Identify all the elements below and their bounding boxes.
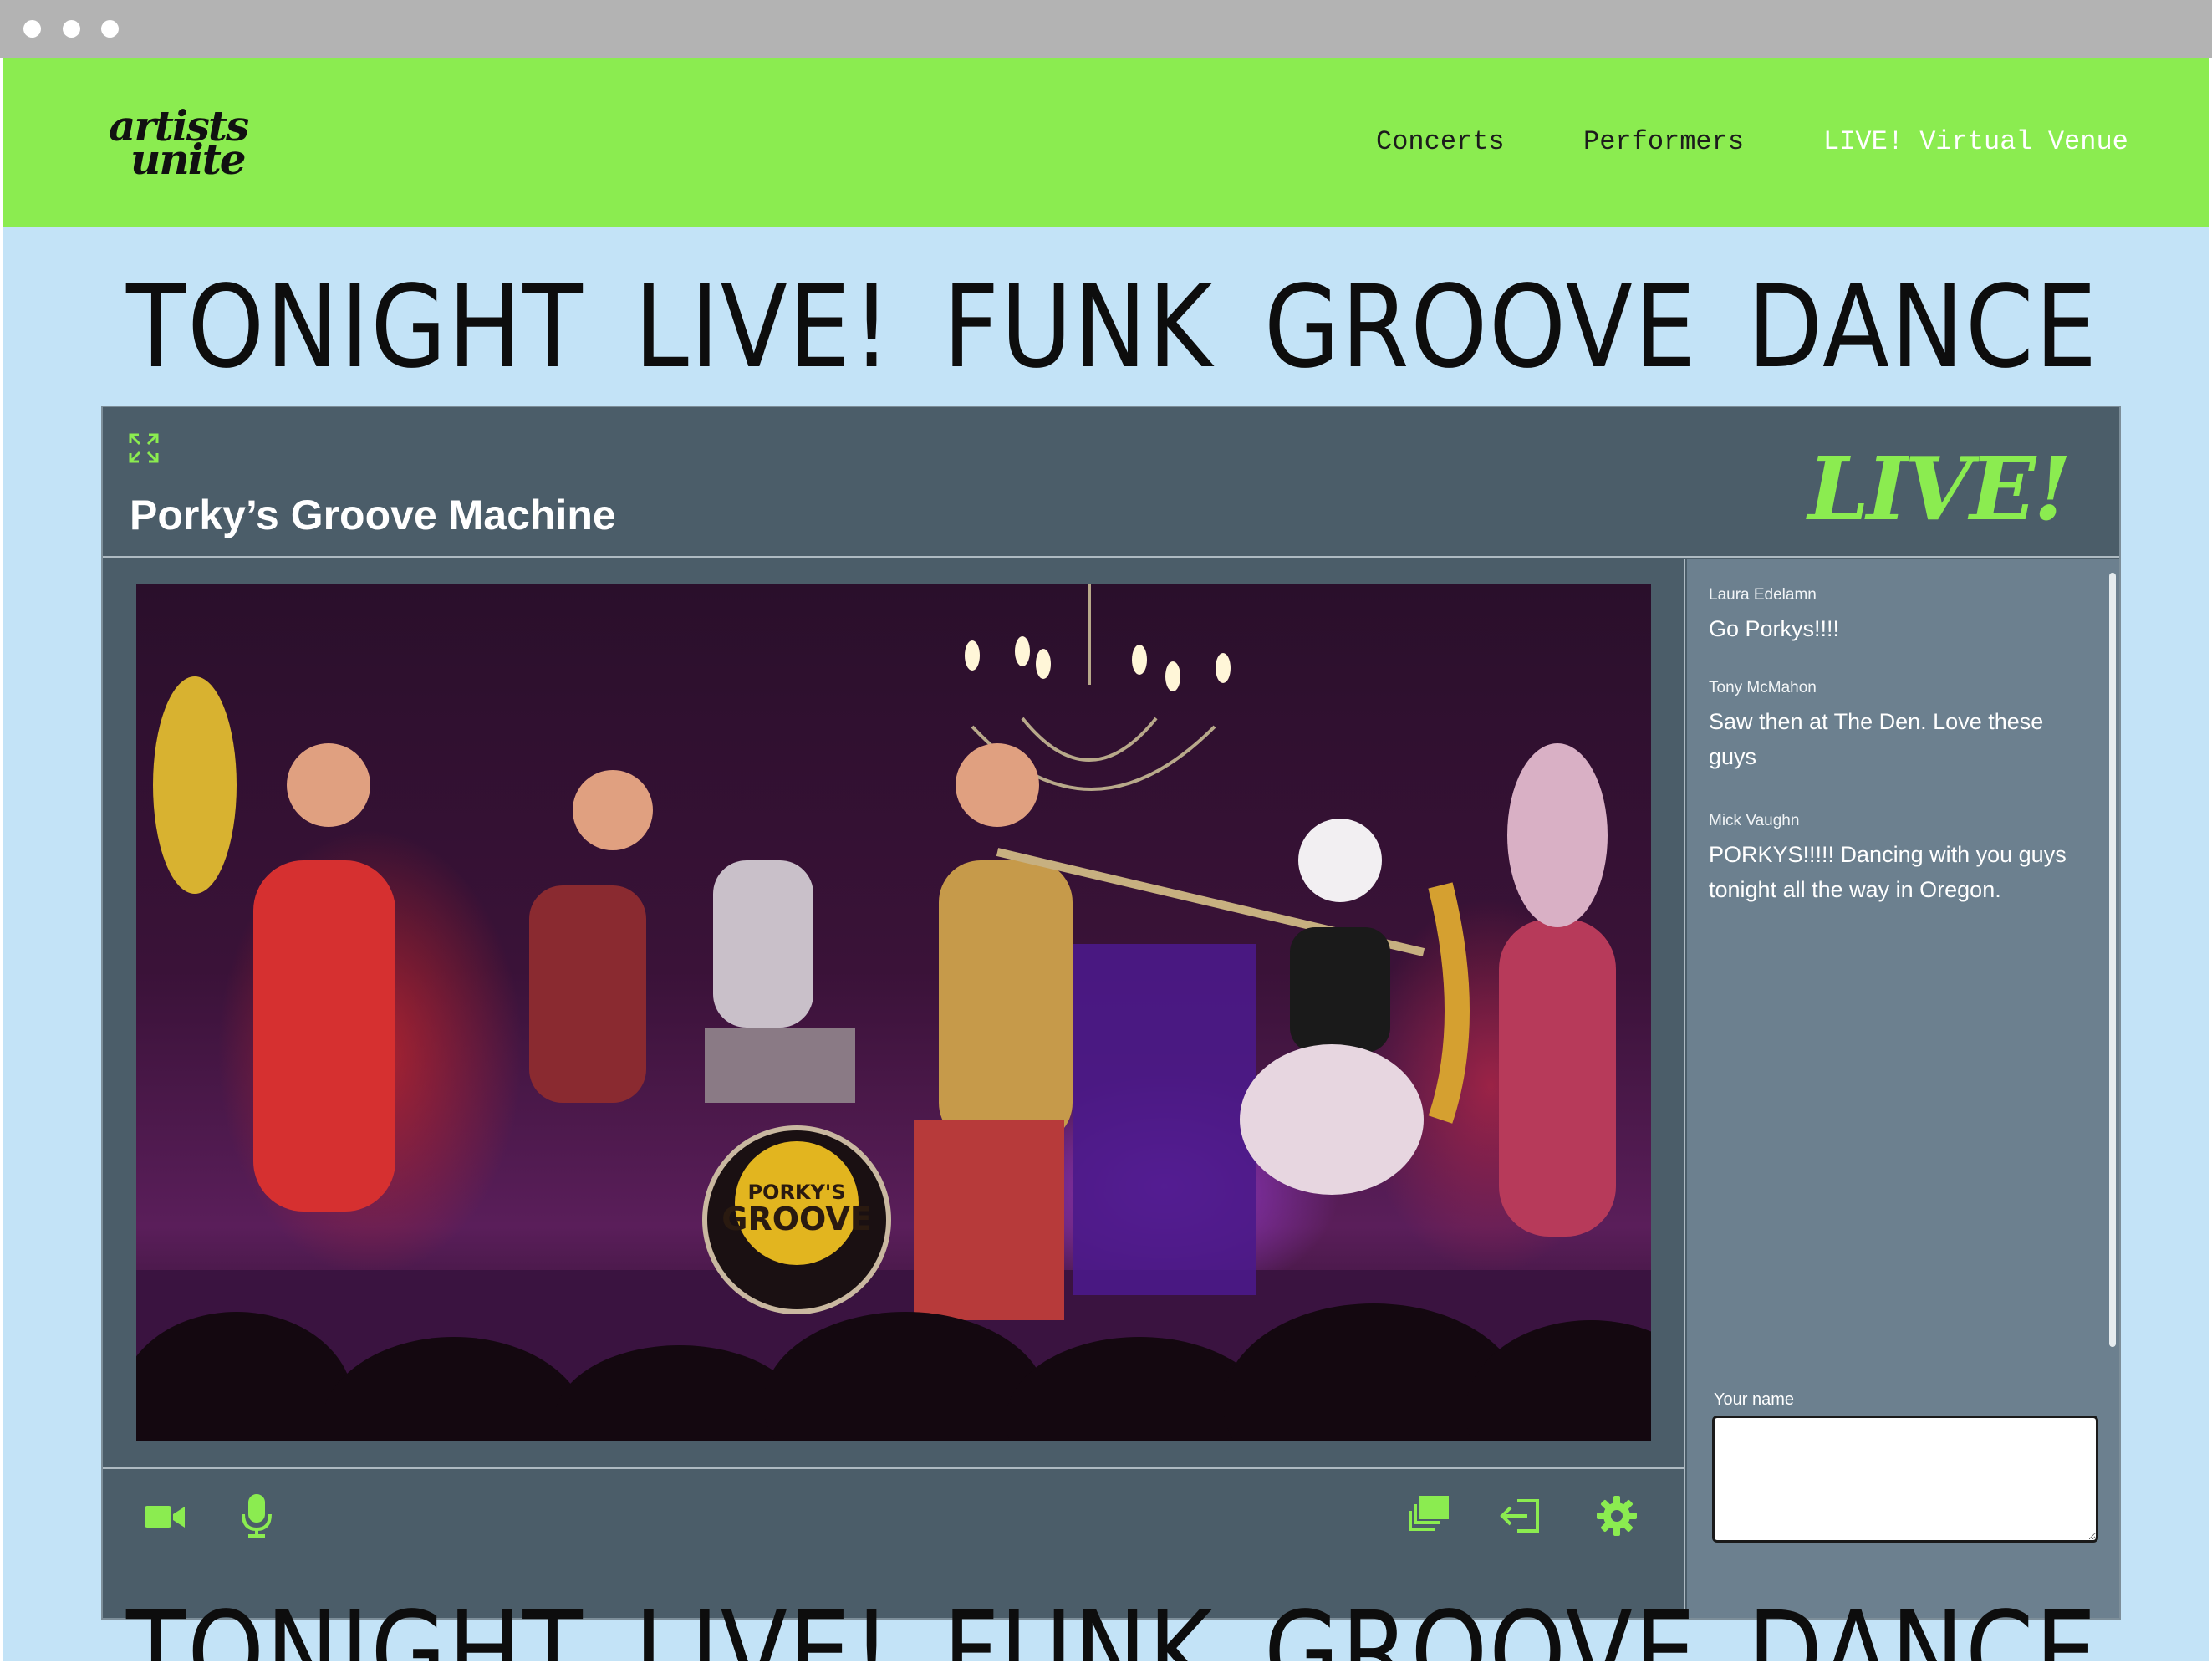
page: artists unite Concerts Performers LIVE! … xyxy=(3,58,2209,1661)
candle-lights xyxy=(965,636,1231,691)
microphone-icon[interactable] xyxy=(235,1494,278,1538)
nav-link-live-virtual-venue[interactable]: LIVE! Virtual Venue xyxy=(1823,126,2128,157)
drum-logo-text: GROOVE xyxy=(721,1201,871,1237)
browser-chrome xyxy=(0,0,2212,58)
marquee-word: FUNK xyxy=(942,1588,1214,1661)
site-logo[interactable]: artists unite xyxy=(109,105,249,181)
chat-panel: Laura Edelamn Go Porkys!!!! Tony McMahon… xyxy=(1687,559,2119,1618)
exit-icon[interactable] xyxy=(1499,1494,1542,1538)
expand-icon[interactable] xyxy=(128,432,160,464)
window-minimize-dot[interactable] xyxy=(63,20,80,38)
live-badge: LIVE! xyxy=(1807,437,2072,540)
marquee-word: DANCE xyxy=(1747,262,2098,394)
site-header: artists unite Concerts Performers LIVE! … xyxy=(3,58,2209,227)
chat-author: Laura Edelamn xyxy=(1709,586,1817,604)
marquee-word: LIVE! xyxy=(634,1588,893,1661)
window-maximize-dot[interactable] xyxy=(101,20,119,38)
live-player: Porky’s Groove Machine LIVE! PORKY'S GRO… xyxy=(101,406,2121,1620)
chat-text: Saw then at The Den. Love these guys xyxy=(1709,709,2044,769)
chat-author: Mick Vaughn xyxy=(1709,812,1800,829)
your-name-label: Your name xyxy=(1714,1390,1794,1409)
marquee-word: TONIGHT xyxy=(126,1588,584,1661)
chat-scrollbar[interactable] xyxy=(2109,573,2116,1347)
video-camera-icon[interactable] xyxy=(143,1494,186,1538)
chat-text: Go Porkys!!!! xyxy=(1709,616,1840,641)
marquee-word: FUNK xyxy=(942,262,1214,394)
marquee-word: LIVE! xyxy=(634,262,893,394)
amp-stack xyxy=(1073,944,1256,1295)
chat-text: PORKYS!!!!! Dancing with you guys tonigh… xyxy=(1709,842,2067,902)
video-stream[interactable]: PORKY'S GROOVE xyxy=(136,584,1651,1441)
player-title: Porky’s Groove Machine xyxy=(130,492,616,538)
marquee-word: TONIGHT xyxy=(126,262,584,394)
chat-author: Tony McMahon xyxy=(1709,679,1817,696)
marquee-word: DANCE xyxy=(1747,1588,2098,1661)
your-name-input[interactable] xyxy=(1712,1416,2098,1543)
drum-kit: PORKY'S GROOVE xyxy=(702,1028,891,1314)
nav-link-performers[interactable]: Performers xyxy=(1583,126,1744,157)
concert-scene-illustration: PORKY'S GROOVE xyxy=(136,584,1651,1441)
gear-icon[interactable] xyxy=(1595,1494,1639,1538)
marquee-word: GROOVE xyxy=(1263,1588,1698,1661)
marquee-bottom: TONIGHT LIVE! FUNK GROOVE DANCE xyxy=(126,1597,2098,1661)
chat-message: Tony McMahon Saw then at The Den. Love t… xyxy=(1709,679,2093,774)
chat-message: Laura Edelamn Go Porkys!!!! xyxy=(1709,586,2093,646)
layers-icon[interactable] xyxy=(1407,1494,1450,1538)
nav-link-concerts[interactable]: Concerts xyxy=(1376,126,1505,157)
video-area: PORKY'S GROOVE xyxy=(103,559,1685,1467)
window-close-dot[interactable] xyxy=(23,20,41,38)
chat-message: Mick Vaughn PORKYS!!!!! Dancing with you… xyxy=(1709,812,2093,907)
marquee-top: TONIGHT LIVE! FUNK GROOVE DANCE xyxy=(126,271,2098,385)
player-header: Porky’s Groove Machine LIVE! xyxy=(103,407,2119,558)
marquee-word: GROOVE xyxy=(1263,262,1698,394)
